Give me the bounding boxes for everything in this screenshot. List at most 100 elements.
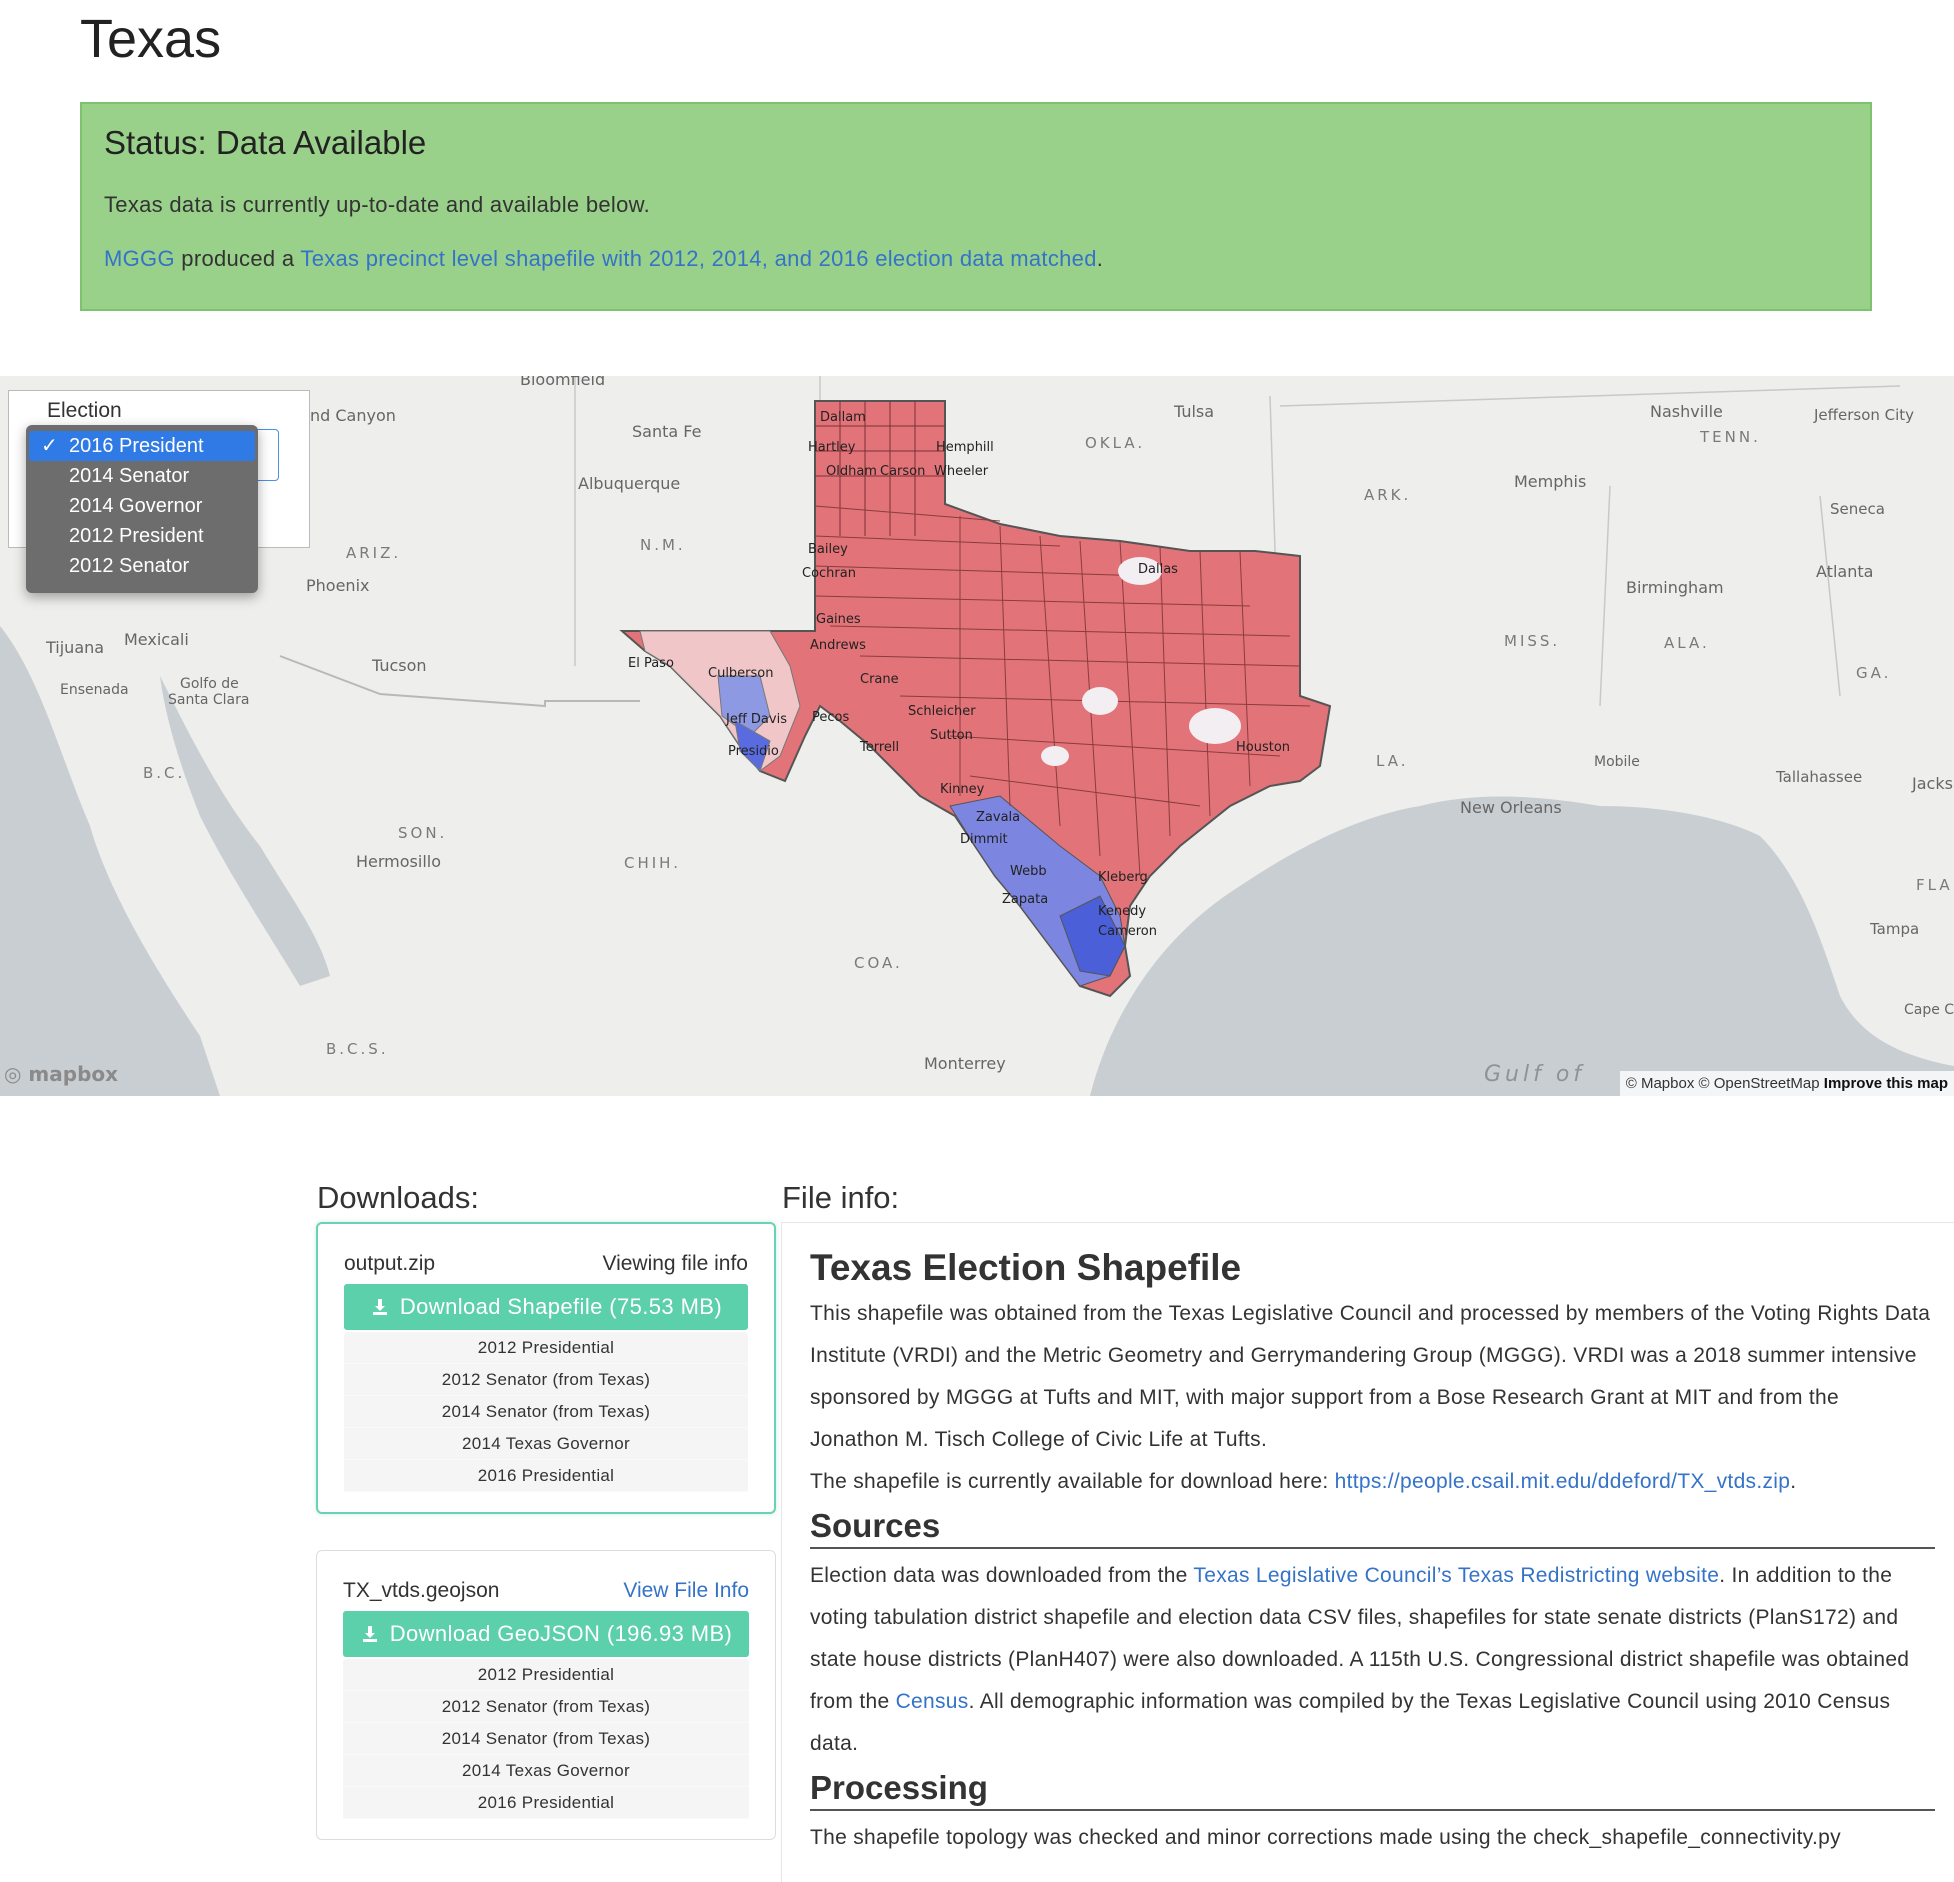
status-links: MGGG produced a Texas precinct level sha… bbox=[104, 246, 1848, 272]
label-ga: GA. bbox=[1856, 664, 1892, 682]
label-culberson: Culberson bbox=[708, 666, 774, 681]
label-bc: B.C. bbox=[143, 764, 186, 782]
label-birmingham: Birmingham bbox=[1626, 578, 1724, 597]
file-info-heading: File info: bbox=[782, 1180, 900, 1215]
label-zavala: Zavala bbox=[976, 810, 1021, 825]
list-item: 2012 Senator (from Texas) bbox=[344, 1364, 748, 1396]
file-info-availability: The shapefile is currently available for… bbox=[810, 1461, 1933, 1503]
mapbox-logo[interactable]: ◎ mapbox bbox=[4, 1062, 118, 1086]
census-link[interactable]: Census bbox=[896, 1690, 969, 1713]
label-cameron: Cameron bbox=[1098, 924, 1157, 939]
label-coa: COA. bbox=[854, 954, 903, 972]
list-item: 2012 Senator (from Texas) bbox=[343, 1691, 749, 1723]
shapefile-link[interactable]: Texas precinct level shapefile with 2012… bbox=[300, 246, 1096, 271]
tlc-link[interactable]: Texas Legislative Council’s Texas Redist… bbox=[1193, 1564, 1719, 1587]
list-item: 2014 Senator (from Texas) bbox=[343, 1723, 749, 1755]
produced-text: produced a bbox=[174, 246, 301, 271]
label-albuquerque: Albuquerque bbox=[578, 474, 681, 493]
label-wheeler: Wheeler bbox=[934, 464, 989, 479]
view-file-info-link[interactable]: View File Info bbox=[623, 1579, 749, 1605]
election-map[interactable]: Bloomfield nd Canyon Santa Fe Albuquerqu… bbox=[0, 376, 1954, 1096]
label-jacks: Jacks bbox=[1912, 774, 1953, 793]
label-ark: ARK. bbox=[1364, 486, 1412, 504]
houston-area bbox=[1189, 708, 1241, 744]
option-2014-governor[interactable]: 2014 Governor bbox=[29, 491, 255, 521]
mapbox-logo-text: mapbox bbox=[28, 1062, 119, 1086]
label-presidio: Presidio bbox=[728, 744, 779, 759]
label-santa-fe: Santa Fe bbox=[632, 422, 702, 441]
label-jefferson: Jefferson City bbox=[1814, 406, 1915, 424]
option-label: 2016 President bbox=[69, 435, 204, 457]
list-item: 2016 Presidential bbox=[344, 1460, 748, 1492]
label-fla: FLA bbox=[1916, 876, 1953, 894]
map-attribution: © Mapbox © OpenStreetMap Improve this ma… bbox=[1619, 1071, 1954, 1096]
label-el-paso: El Paso bbox=[628, 656, 674, 671]
label-crane: Crane bbox=[860, 672, 899, 687]
us-mexico-border bbox=[279, 655, 640, 708]
election-dropdown[interactable]: ✓ 2016 President 2014 Senator 2014 Gover… bbox=[26, 425, 258, 593]
label-zapata: Zapata bbox=[1002, 892, 1049, 907]
processing-heading: Processing bbox=[810, 1769, 1935, 1811]
option-2016-president[interactable]: ✓ 2016 President bbox=[29, 431, 255, 461]
option-2014-senator[interactable]: 2014 Senator bbox=[29, 461, 255, 491]
election-label: Election bbox=[47, 399, 122, 422]
status-title: Status: Data Available bbox=[104, 124, 427, 161]
download-shapefile-label: Download Shapefile (75.53 MB) bbox=[399, 1294, 723, 1319]
label-chih: CHIH. bbox=[624, 854, 681, 872]
label-gaines: Gaines bbox=[816, 612, 861, 627]
improve-map-link[interactable]: Improve this map bbox=[1824, 1075, 1948, 1092]
option-2012-president[interactable]: 2012 President bbox=[29, 521, 255, 551]
checkmark-icon: ✓ bbox=[41, 435, 58, 457]
sources-heading: Sources bbox=[810, 1507, 1935, 1549]
sources-text: Election data was downloaded from the Te… bbox=[810, 1555, 1933, 1765]
file-name: output.zip bbox=[344, 1252, 436, 1275]
status-period: . bbox=[1096, 246, 1104, 271]
page-title: Texas bbox=[80, 9, 222, 69]
label-pecos: Pecos bbox=[812, 710, 850, 725]
label-houston: Houston bbox=[1236, 740, 1291, 755]
viewing-file-info: Viewing file info bbox=[602, 1252, 748, 1275]
mggg-link[interactable]: MGGG bbox=[104, 246, 175, 271]
label-golfo: Golfo de bbox=[180, 676, 239, 692]
label-webb: Webb bbox=[1010, 864, 1047, 879]
label-memphis: Memphis bbox=[1514, 472, 1587, 491]
label-kinney: Kinney bbox=[940, 782, 985, 797]
label-mobile: Mobile bbox=[1594, 754, 1640, 770]
list-item: 2014 Texas Governor bbox=[343, 1755, 749, 1787]
download-shapefile-button[interactable]: Download Shapefile (75.53 MB) bbox=[344, 1284, 748, 1330]
sources-end: . All demographic information was compil… bbox=[810, 1690, 1891, 1755]
label-tampa: Tampa bbox=[1870, 920, 1920, 938]
label-santa-clara: Santa Clara bbox=[168, 692, 250, 708]
label-oldham: Oldham bbox=[826, 464, 877, 479]
file-info-title: Texas Election Shapefile bbox=[810, 1247, 1242, 1288]
label-atlanta: Atlanta bbox=[1816, 562, 1874, 581]
option-2012-senator[interactable]: 2012 Senator bbox=[29, 551, 255, 581]
label-dallas: Dallas bbox=[1138, 562, 1178, 577]
list-item: 2016 Presidential bbox=[343, 1787, 749, 1819]
file-info-intro: This shapefile was obtained from the Tex… bbox=[810, 1302, 1931, 1451]
download-icon bbox=[372, 1299, 387, 1315]
zip-download-link[interactable]: https://people.csail.mit.edu/ddeford/TX_… bbox=[1335, 1470, 1791, 1493]
processing-text: The shapefile topology was checked and m… bbox=[810, 1826, 1841, 1849]
label-seneca: Seneca bbox=[1830, 500, 1885, 518]
status-box: Status: Data Available Texas data is cur… bbox=[80, 102, 1872, 311]
file-info-panel: Texas Election Shapefile This shapefile … bbox=[781, 1222, 1954, 1882]
gulf-of-mexico bbox=[1090, 796, 1954, 1096]
label-grand-canyon: nd Canyon bbox=[310, 406, 396, 425]
label-cape: Cape C bbox=[1904, 1002, 1954, 1018]
label-jeff-davis: Jeff Davis bbox=[726, 712, 787, 727]
download-icon bbox=[362, 1626, 377, 1642]
download-card-geojson: TX_vtds.geojson View File Info Download … bbox=[316, 1550, 776, 1840]
label-ensenada: Ensenada bbox=[60, 682, 129, 698]
list-item: 2012 Presidential bbox=[344, 1332, 748, 1364]
label-cochran: Cochran bbox=[802, 566, 856, 581]
austin-area bbox=[1082, 687, 1118, 715]
download-geojson-button[interactable]: Download GeoJSON (196.93 MB) bbox=[343, 1611, 749, 1657]
label-phoenix: Phoenix bbox=[306, 576, 370, 595]
label-schleicher: Schleicher bbox=[908, 704, 976, 719]
file-list: 2012 Presidential 2012 Senator (from Tex… bbox=[344, 1332, 748, 1492]
label-carson: Carson bbox=[880, 464, 926, 479]
label-son: SON. bbox=[398, 824, 448, 842]
label-tulsa: Tulsa bbox=[1174, 402, 1215, 421]
label-bloomfield: Bloomfield bbox=[520, 376, 606, 389]
